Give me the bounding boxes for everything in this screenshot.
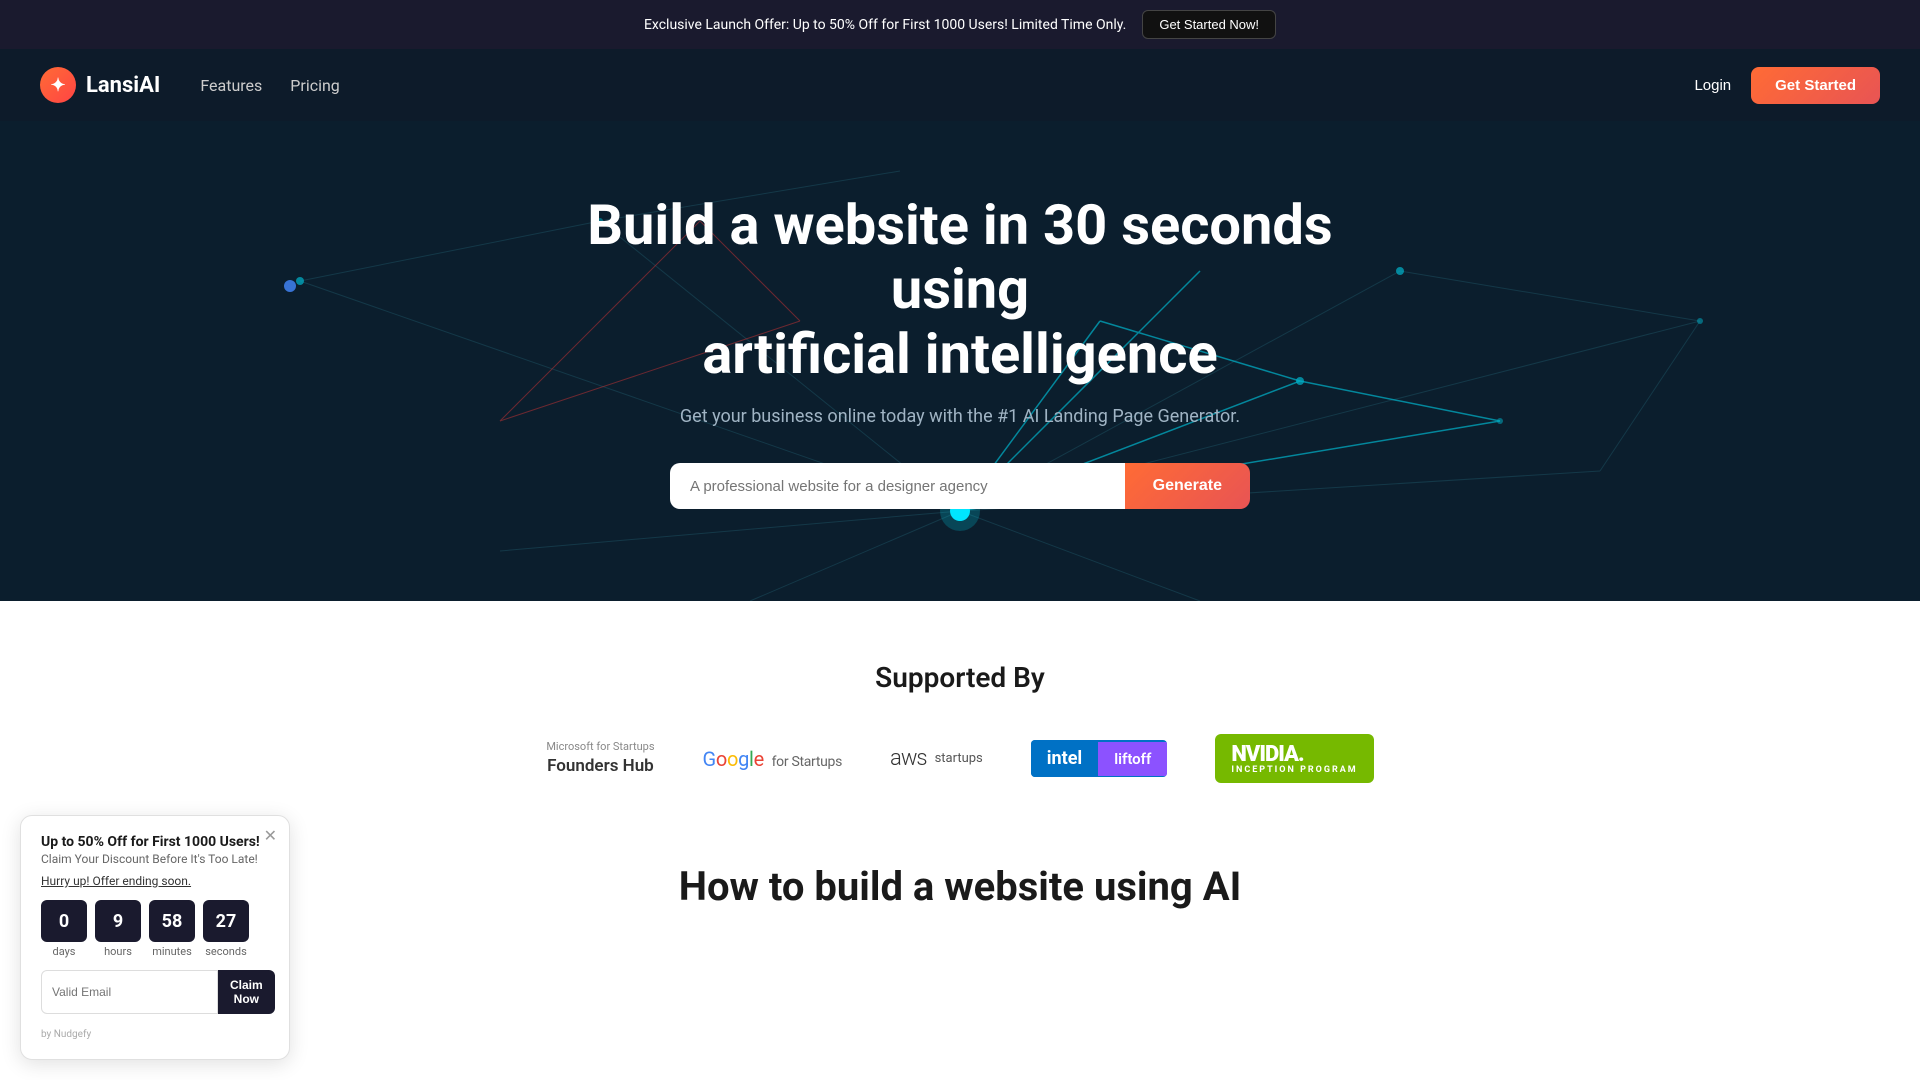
navbar-left: ✦ LansiAI Features Pricing (40, 67, 340, 103)
offer-title: Up to 50% Off for First 1000 Users! (41, 834, 269, 850)
nav-links: Features Pricing (200, 76, 339, 95)
offer-close-button[interactable]: ✕ (264, 826, 277, 846)
offer-by-text: by Nudgefy (41, 1029, 91, 1040)
announcement-cta[interactable]: Get Started Now! (1142, 10, 1276, 39)
countdown-seconds: 27 seconds (203, 900, 249, 958)
countdown-hours: 9 hours (95, 900, 141, 958)
nav-link-pricing[interactable]: Pricing (290, 76, 340, 95)
offer-claim-button[interactable]: Claim Now (218, 970, 275, 1014)
brand-founders-hub-name: Founders Hub (547, 755, 654, 777)
logo-text: LansiAI (86, 73, 160, 98)
nvidia-inception-text: INCEPTION PROGRAM (1231, 765, 1357, 775)
hero-subtitle: Get your business online today with the … (560, 406, 1360, 427)
brand-google: Google for Startups (703, 747, 843, 771)
liftoff-text: liftoff (1098, 742, 1167, 776)
countdown-hours-value: 9 (95, 900, 141, 942)
countdown-minutes-value: 58 (149, 900, 195, 942)
countdown-hours-label: hours (104, 945, 132, 958)
get-started-button[interactable]: Get Started (1751, 67, 1880, 104)
countdown-row: 0 days 9 hours 58 minutes 27 seconds (41, 900, 269, 958)
brand-microsoft-for-startups: Microsoft for Startups (546, 740, 654, 754)
hero-input-row: Generate (670, 463, 1250, 509)
supported-title: Supported By (40, 661, 1880, 694)
logo-icon: ✦ (40, 67, 76, 103)
generate-button[interactable]: Generate (1125, 463, 1250, 509)
brand-nvidia: NVIDIA. INCEPTION PROGRAM (1215, 734, 1373, 783)
countdown-days-label: days (53, 945, 76, 958)
brand-intel-liftoff: intel liftoff (1031, 740, 1168, 777)
navbar-right: Login Get Started (1694, 67, 1880, 104)
nav-item-pricing[interactable]: Pricing (290, 76, 340, 95)
nvidia-logo-text: NVIDIA. (1231, 742, 1357, 767)
hero-title: Build a website in 30 seconds using arti… (560, 193, 1360, 386)
offer-hurry-text: Hurry up! Offer ending soon. (41, 874, 269, 888)
countdown-minutes: 58 minutes (149, 900, 195, 958)
countdown-days: 0 days (41, 900, 87, 958)
countdown-seconds-value: 27 (203, 900, 249, 942)
countdown-seconds-label: seconds (205, 945, 247, 958)
logo-link[interactable]: ✦ LansiAI (40, 67, 160, 103)
announcement-bar: Exclusive Launch Offer: Up to 50% Off fo… (0, 0, 1920, 49)
logo-aws: aws startups (890, 746, 983, 771)
logo-founders-hub: Microsoft for Startups Founders Hub (546, 740, 654, 776)
logo-nvidia: NVIDIA. INCEPTION PROGRAM (1215, 734, 1373, 783)
logo-google: Google for Startups (703, 747, 843, 771)
offer-widget: ✕ Up to 50% Off for First 1000 Users! Cl… (20, 815, 290, 1060)
brand-founders-hub: Microsoft for Startups Founders Hub (546, 740, 654, 776)
announcement-text: Exclusive Launch Offer: Up to 50% Off fo… (644, 17, 1126, 33)
website-prompt-input[interactable] (670, 463, 1125, 509)
how-to-title: How to build a website using AI (40, 863, 1880, 910)
offer-subtitle: Claim Your Discount Before It's Too Late… (41, 852, 269, 866)
brand-aws: aws startups (890, 746, 983, 771)
aws-startups-text: startups (935, 751, 983, 766)
logos-row: Microsoft for Startups Founders Hub Goog… (40, 734, 1880, 783)
countdown-minutes-label: minutes (152, 945, 192, 958)
countdown-days-value: 0 (41, 900, 87, 942)
hero-title-line1: Build a website in 30 seconds using (587, 192, 1332, 322)
hero-section: Build a website in 30 seconds using arti… (0, 121, 1920, 601)
login-button[interactable]: Login (1694, 77, 1731, 94)
hero-content: Build a website in 30 seconds using arti… (560, 193, 1360, 509)
aws-text: aws (890, 746, 927, 771)
hero-title-line2: artificial intelligence (702, 321, 1217, 387)
nav-item-features[interactable]: Features (200, 76, 262, 95)
supported-section: Supported By Microsoft for Startups Foun… (0, 601, 1920, 823)
logo-intel-liftoff: intel liftoff (1031, 740, 1168, 777)
nav-link-features[interactable]: Features (200, 76, 262, 95)
navbar: ✦ LansiAI Features Pricing Login Get Sta… (0, 49, 1920, 121)
offer-email-input[interactable] (41, 970, 218, 1014)
offer-input-row: Claim Now (41, 970, 269, 1014)
intel-text: intel (1031, 740, 1098, 777)
